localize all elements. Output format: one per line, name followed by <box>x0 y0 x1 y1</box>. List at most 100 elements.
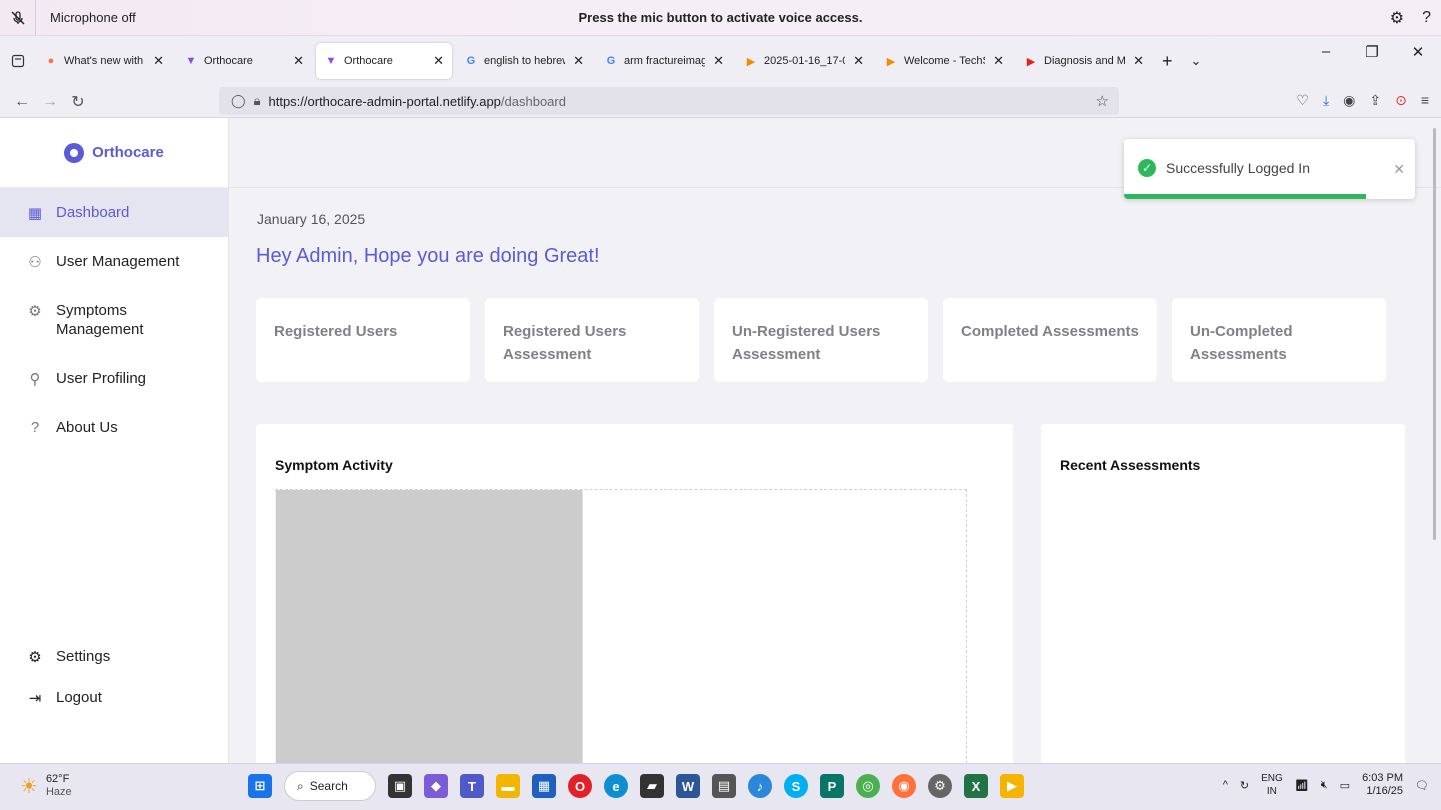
edge-icon[interactable]: e <box>604 774 628 798</box>
recent-assessments-panel: Recent Assessments <box>1041 424 1405 764</box>
sidebar-item-settings[interactable]: ⚙ Settings <box>0 636 229 677</box>
brand[interactable]: Orthocare <box>0 118 228 188</box>
sidebar-item-symptoms-management[interactable]: ⚙ Symptoms Management <box>0 286 228 354</box>
tab-close-icon[interactable]: ✕ <box>573 53 584 69</box>
stat-card[interactable]: Registered Users Assessment <box>485 298 699 382</box>
stat-card[interactable]: Un-Completed Assessments <box>1172 298 1386 382</box>
notifications-icon[interactable]: 🗨︎ <box>1415 779 1429 792</box>
account-icon[interactable]: ◉ <box>1343 92 1355 109</box>
tab-close-icon[interactable]: ✕ <box>153 53 164 69</box>
copilot-icon[interactable]: ◆ <box>424 774 448 798</box>
windows-start-icon[interactable]: ⊞ <box>248 774 272 798</box>
pocket-icon[interactable]: ♡ <box>1296 92 1309 109</box>
browser-tab[interactable]: Genglish to hebrew ✕ <box>456 43 592 79</box>
voice-access-icon[interactable]: ♪ <box>748 774 772 798</box>
screenshot-icon[interactable]: ⊙ <box>1395 92 1407 109</box>
word-icon[interactable]: W <box>676 774 700 798</box>
page-scrollbar[interactable] <box>1433 128 1436 540</box>
orthocare-logo-icon <box>64 142 85 163</box>
stat-card[interactable]: Registered Users <box>256 298 470 382</box>
sidebar-item-label: Dashboard <box>56 204 130 221</box>
browser-tab[interactable]: ● What's new with Fi ✕ <box>36 43 172 79</box>
sidebar-item-user-management[interactable]: ⚇ User Management <box>0 237 228 286</box>
weather-widget[interactable]: ☀ 62°F Haze <box>20 773 72 799</box>
symptom-activity-panel: Symptom Activity <box>256 424 1013 764</box>
check-circle-icon: ✓ <box>1138 159 1156 177</box>
tab-close-icon[interactable]: ✕ <box>713 53 724 69</box>
voice-help-icon[interactable]: ? <box>1422 9 1431 27</box>
opera-icon[interactable]: O <box>568 774 592 798</box>
browser-tab[interactable]: ▶ 2025-01-16_17-02 ✕ <box>736 43 872 79</box>
sticky-notes-icon[interactable]: ▰ <box>640 774 664 798</box>
stat-card[interactable]: Un-Registered Users Assessment <box>714 298 928 382</box>
file-explorer-icon[interactable]: ▬ <box>496 774 520 798</box>
voice-settings-icon[interactable]: ⚙ <box>1390 8 1404 28</box>
user-profile-icon: ⚲ <box>29 371 41 388</box>
sidebar-item-label: User Profiling <box>56 370 147 387</box>
tab-close-icon[interactable]: ✕ <box>1133 53 1144 69</box>
url-bar[interactable]: ◯ 🔒︎ https://orthocare-admin-portal.netl… <box>219 87 1119 115</box>
close-window-button[interactable]: ✕ <box>1395 43 1441 61</box>
sync-icon[interactable]: ↻ <box>1240 779 1249 792</box>
publisher-icon[interactable]: P <box>820 774 844 798</box>
sidebar-item-about-us[interactable]: ? About Us <box>0 403 228 452</box>
battery-icon[interactable]: ▭ <box>1340 779 1350 792</box>
menu-icon[interactable]: ≡ <box>1421 92 1429 109</box>
tab-close-icon[interactable]: ✕ <box>993 53 1004 69</box>
haze-sun-icon: ☀ <box>20 775 38 798</box>
powerpoint-icon[interactable]: ▶ <box>1000 774 1024 798</box>
settings-app-icon[interactable]: ⚙ <box>928 774 952 798</box>
browser-tab[interactable]: ▶ Diagnosis and Ma ✕ <box>1016 43 1152 79</box>
tab-title: Orthocare <box>344 55 393 67</box>
language-indicator[interactable]: ENG IN <box>1261 772 1283 798</box>
forward-button[interactable]: → <box>36 93 64 111</box>
wifi-icon[interactable]: 📶︎ <box>1295 779 1309 792</box>
share-icon[interactable]: ⇪ <box>1369 92 1381 109</box>
sidebar-item-dashboard[interactable]: ▦ Dashboard <box>0 188 228 237</box>
lock-icon[interactable]: 🔒︎ <box>254 93 261 109</box>
minimize-button[interactable]: – <box>1303 43 1349 61</box>
search-icon: ⌕ <box>297 778 304 793</box>
current-date: January 16, 2025 <box>257 211 366 227</box>
shield-icon[interactable]: ◯ <box>231 93 246 109</box>
tab-title: 2025-01-16_17-02 <box>764 55 845 67</box>
back-button[interactable]: ← <box>8 93 36 111</box>
login-success-toast: ✓ Successfully Logged In ✕ <box>1124 139 1415 199</box>
browser-tab[interactable]: Garm fractureimage ✕ <box>596 43 732 79</box>
stat-card[interactable]: Completed Assessments <box>943 298 1157 382</box>
restore-button[interactable]: ❐ <box>1349 43 1395 61</box>
toast-close-button[interactable]: ✕ <box>1393 161 1405 178</box>
download-icon[interactable]: ⤓ <box>1323 92 1329 109</box>
browser-tab[interactable]: ▶ Welcome - TechSn ✕ <box>876 43 1012 79</box>
tab-close-icon[interactable]: ✕ <box>853 53 864 69</box>
task-view-icon[interactable]: ▣ <box>388 774 412 798</box>
browser-tab[interactable]: ▼ Orthocare ✕ <box>316 43 452 79</box>
chart-bar[interactable] <box>275 490 583 764</box>
store-icon[interactable]: ▦ <box>532 774 556 798</box>
clock[interactable]: 6:03 PM 1/16/25 <box>1362 772 1403 798</box>
firefox-icon[interactable]: ◉ <box>892 774 916 798</box>
sidebar: Orthocare ▦ Dashboard ⚇ User Management ⚙ Sym… <box>0 118 229 763</box>
volume-muted-icon[interactable]: 🔇︎ <box>1321 779 1328 792</box>
teams-icon[interactable]: T <box>460 774 484 798</box>
system-tray: ^ ↻ ENG IN 📶︎ 🔇︎ ▭ 6:03 PM 1/16/25 🗨︎ <box>1223 772 1429 798</box>
new-tab-button[interactable]: + <box>1152 43 1183 79</box>
browser-tab[interactable]: ▼ Orthocare ✕ <box>176 43 312 79</box>
sidebar-item-user-profiling[interactable]: ⚲ User Profiling <box>0 354 228 403</box>
calculator-icon[interactable]: ▤ <box>712 774 736 798</box>
tray-overflow-icon[interactable]: ^ <box>1223 779 1228 791</box>
skype-icon[interactable]: S <box>784 774 808 798</box>
sidebar-item-logout[interactable]: ⇥ Logout <box>0 677 229 718</box>
tab-list-button[interactable] <box>0 43 36 79</box>
taskbar-search[interactable]: ⌕ Search <box>284 771 376 801</box>
reload-button[interactable]: ↻ <box>64 92 92 112</box>
stat-card-label: Un-Registered Users Assessment <box>732 323 881 363</box>
microphone-button[interactable] <box>0 0 36 36</box>
stat-cards: Registered Users Registered Users Assessm… <box>256 298 1386 382</box>
excel-icon[interactable]: X <box>964 774 988 798</box>
tab-close-icon[interactable]: ✕ <box>433 53 444 69</box>
tab-overflow-button[interactable]: ⌄ <box>1183 43 1210 79</box>
tab-close-icon[interactable]: ✕ <box>293 53 304 69</box>
chrome-icon[interactable]: ◎ <box>856 774 880 798</box>
bookmark-star-icon[interactable]: ☆ <box>1096 92 1109 110</box>
